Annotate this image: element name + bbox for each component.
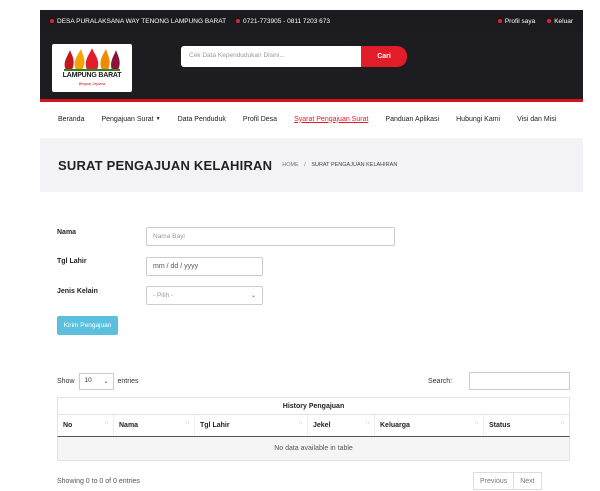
breadcrumb-separator: / [304,162,306,168]
column-label: Jekel [313,422,331,429]
sort-icon: ↑↓ [104,420,109,426]
phone-info: 0721-773905 - 0811 7203 673 [236,18,330,25]
show-label: Show [57,378,75,385]
logout-label: Keluar [554,17,573,25]
next-page-button[interactable]: Next [514,472,542,490]
nav-label: Hubungi Kami [456,115,501,123]
user-icon [497,19,502,23]
entries-control: Show 10 ⌄ entries [57,373,139,390]
column-header-status[interactable]: Status ↑↓ [484,415,569,436]
nav-label: Panduan Aplikasi [385,115,440,123]
column-label: Nama [119,422,139,429]
dob-label: Tgl Lahir [57,258,87,265]
site-header: LAMPUNG BARAT Beguai Jejama Cek Data Kep… [40,32,583,102]
sort-icon: ↑↓ [298,420,303,426]
page-banner: SURAT PENGAJUAN KELAHIRAN HOME / SURAT P… [40,138,583,192]
entries-label: entries [117,378,139,385]
breadcrumb: HOME / SURAT PENGAJUAN KELAHIRAN [282,162,397,168]
main-nav: Beranda Pengajuan Surat ▼ Data Penduduk P… [40,106,583,132]
column-header-keluarga[interactable]: Keluarga ↑↓ [375,415,484,436]
location-icon [50,19,54,23]
table-caption: History Pengajuan [57,397,570,415]
nav-item-syarat-pengajuan[interactable]: Syarat Pengajuan Surat [294,116,368,123]
dob-input[interactable]: mm / dd / yyyy [146,257,263,276]
table-header: No ↑↓ Nama ↑↓ Tgl Lahir ↑↓ Jekel ↑↓ Keluarga… [57,415,570,437]
column-header-nama[interactable]: Nama ↑↓ [114,415,195,436]
column-label: No [63,422,73,429]
table-info: Showing 0 to 0 of 0 entries [57,478,140,485]
nav-item-visi-misi[interactable]: Visi dan Misi [517,116,556,123]
column-label: Tgl Lahir [200,422,230,429]
population-search-input[interactable]: Cek Data Kependudukan Disini... [181,46,361,67]
baby-name-input[interactable]: Nama Bayi [146,227,395,246]
flame-logo-icon [64,48,120,71]
profile-link[interactable]: Profil saya [497,17,536,25]
nav-label: Visi dan Misi [517,115,557,123]
breadcrumb-current: SURAT PENGAJUAN KELAHIRAN [311,162,398,168]
entries-value: 10 [84,377,92,384]
nav-item-panduan-aplikasi[interactable]: Panduan Aplikasi [385,116,439,123]
gender-label: Jenis Kelain [57,288,98,295]
sort-icon: ↑↓ [365,420,370,426]
column-label: Status [489,422,511,429]
search-button[interactable]: Cari [361,46,407,67]
previous-page-button[interactable]: Previous [473,472,515,490]
logout-link[interactable]: Keluar [547,18,573,25]
column-header-tgl-lahir[interactable]: Tgl Lahir ↑↓ [195,415,308,436]
address-text: DESA PURALAKSANA WAY TENONG LAMPUNG BARA… [57,17,227,25]
table-search-input[interactable] [469,372,570,390]
chevron-down-icon: ⌄ [103,379,109,385]
address-info: DESA PURALAKSANA WAY TENONG LAMPUNG BARA… [50,18,226,25]
breadcrumb-home[interactable]: HOME [282,162,299,168]
nav-label: Pengajuan Surat [101,115,154,123]
empty-table-row: No data available in table [57,437,570,461]
name-label: Nama [57,229,77,236]
phone-text: 0721-773905 - 0811 7203 673 [243,17,331,25]
page-title: SURAT PENGAJUAN KELAHIRAN [58,157,273,173]
logo-name: LAMPUNG BARAT [62,72,122,79]
column-header-no[interactable]: No ↑↓ [58,415,114,436]
site-logo[interactable]: LAMPUNG BARAT Beguai Jejama [52,44,132,92]
logo-tagline: Beguai Jejama [78,81,106,86]
chevron-down-icon: ⌄ [250,293,256,299]
phone-icon [236,19,241,23]
nav-item-pengajuan-surat[interactable]: Pengajuan Surat ▼ [101,116,160,123]
history-table: History Pengajuan No ↑↓ Nama ↑↓ Tgl Lahir ↑… [57,397,570,461]
submit-button[interactable]: Kirim Pengajuan [57,316,118,335]
pagination: Previous Next [473,472,542,490]
nav-item-hubungi-kami[interactable]: Hubungi Kami [456,116,500,123]
nav-label: Profil Desa [242,115,278,123]
logout-icon [547,19,552,23]
nav-label: Syarat Pengajuan Surat [294,115,369,123]
caret-down-icon: ▼ [155,116,161,122]
table-search-label: Search: [428,378,453,385]
entries-select[interactable]: 10 ⌄ [78,373,114,390]
column-header-jekel[interactable]: Jekel ↑↓ [308,415,375,436]
gender-select-value: - Pilih - [153,292,174,299]
nav-item-data-penduduk[interactable]: Data Penduduk [178,116,226,123]
gender-select[interactable]: - Pilih - ⌄ [146,286,263,305]
nav-item-beranda[interactable]: Beranda [58,116,84,123]
nav-label: Beranda [58,115,85,123]
column-label: Keluarga [380,422,410,429]
sort-icon: ↑↓ [560,420,565,426]
sort-icon: ↑↓ [185,420,190,426]
top-bar: DESA PURALAKSANA WAY TENONG LAMPUNG BARA… [40,10,583,32]
profile-label: Profil saya [504,17,536,25]
sort-icon: ↑↓ [474,420,479,426]
nav-label: Data Penduduk [177,115,226,123]
nav-item-profil-desa[interactable]: Profil Desa [243,116,277,123]
